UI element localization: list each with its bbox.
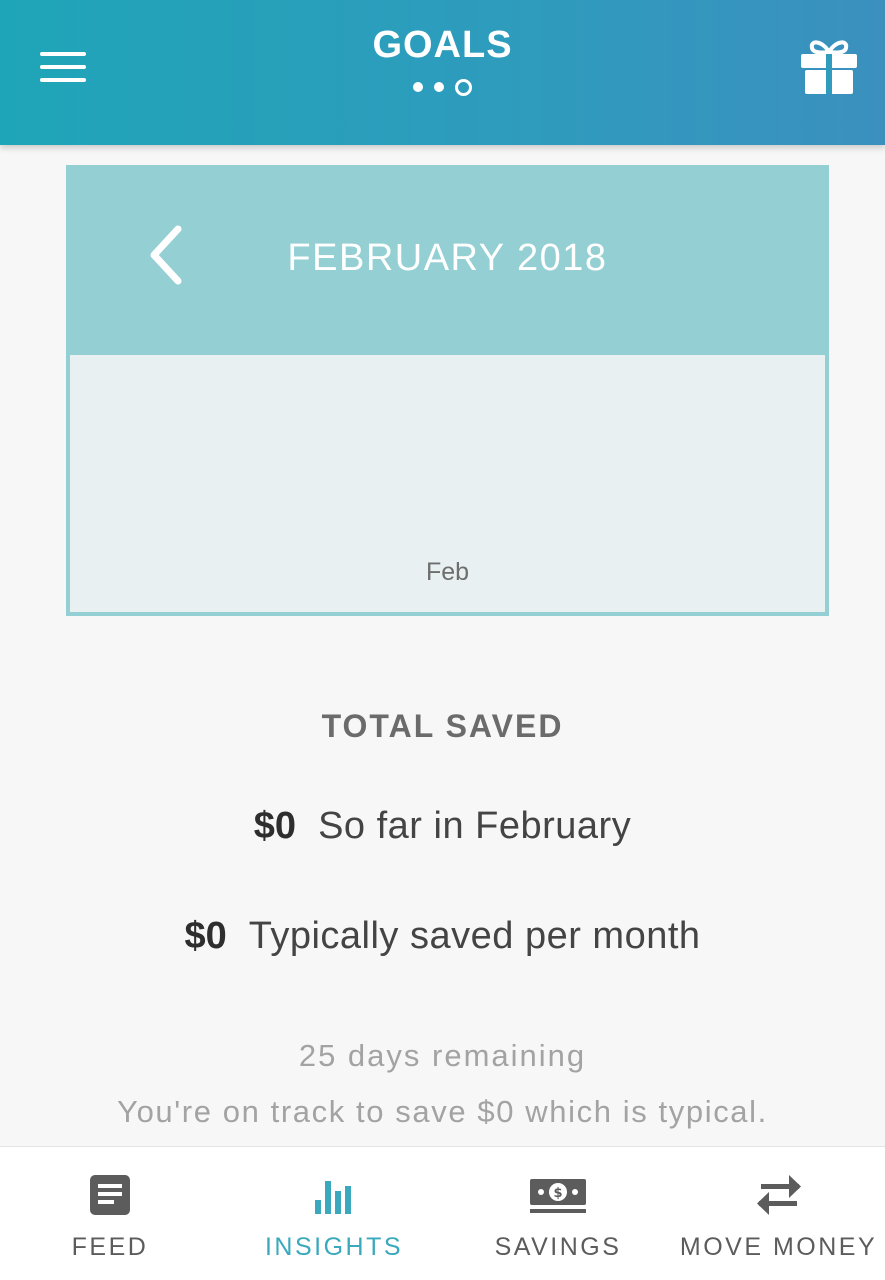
page-dot-1[interactable]	[413, 82, 423, 92]
typical-saved-label: Typically saved per month	[248, 915, 701, 957]
nav-label-feed: FEED	[71, 1233, 149, 1261]
nav-tab-savings[interactable]: $ SAVINGS	[458, 1147, 658, 1280]
page-title: GOALS	[372, 24, 513, 66]
nav-tab-feed[interactable]: FEED	[10, 1147, 210, 1280]
bar-chart-icon	[312, 1173, 356, 1222]
gift-icon[interactable]	[798, 36, 860, 96]
chart-x-label: Feb	[425, 558, 470, 586]
nav-tab-move-money[interactable]: MOVE MONEY	[672, 1147, 885, 1280]
total-saved-heading: TOTAL SAVED	[321, 708, 564, 744]
typical-saved-row: $0 Typically saved per month	[0, 915, 885, 958]
app-header: GOALS	[0, 0, 885, 145]
app-screen: GOALS FEBRUARY 2018 Feb TOTAL SAVED $0 S…	[0, 0, 885, 1280]
month-title: FEBRUARY 2018	[287, 237, 608, 279]
nav-label-insights: INSIGHTS	[264, 1233, 404, 1261]
feed-icon	[88, 1173, 132, 1222]
page-dot-2[interactable]	[434, 82, 444, 92]
transfer-arrows-icon	[755, 1173, 803, 1222]
svg-text:$: $	[553, 1186, 562, 1201]
bottom-nav: FEED INSIGHTS $ SAVINGS MOVE MONEY	[0, 1146, 885, 1280]
saved-so-far-label: So far in February	[318, 805, 632, 847]
days-remaining-text: 25 days remaining	[298, 1038, 587, 1073]
monthly-chart-area: Feb	[70, 355, 825, 612]
typical-saved-amount: $0	[184, 915, 227, 957]
month-card: FEBRUARY 2018 Feb	[66, 165, 829, 616]
page-dot-3-active[interactable]	[455, 79, 472, 96]
month-header: FEBRUARY 2018	[66, 165, 829, 355]
nav-label-move-money: MOVE MONEY	[679, 1233, 878, 1261]
nav-label-savings: SAVINGS	[494, 1233, 622, 1261]
page-indicator	[0, 79, 885, 96]
nav-tab-insights[interactable]: INSIGHTS	[234, 1147, 434, 1280]
saved-so-far-row: $0 So far in February	[0, 805, 885, 848]
saved-so-far-amount: $0	[253, 805, 297, 847]
cash-icon: $	[528, 1173, 588, 1222]
projection-text: You're on track to save $0 which is typi…	[117, 1094, 768, 1129]
